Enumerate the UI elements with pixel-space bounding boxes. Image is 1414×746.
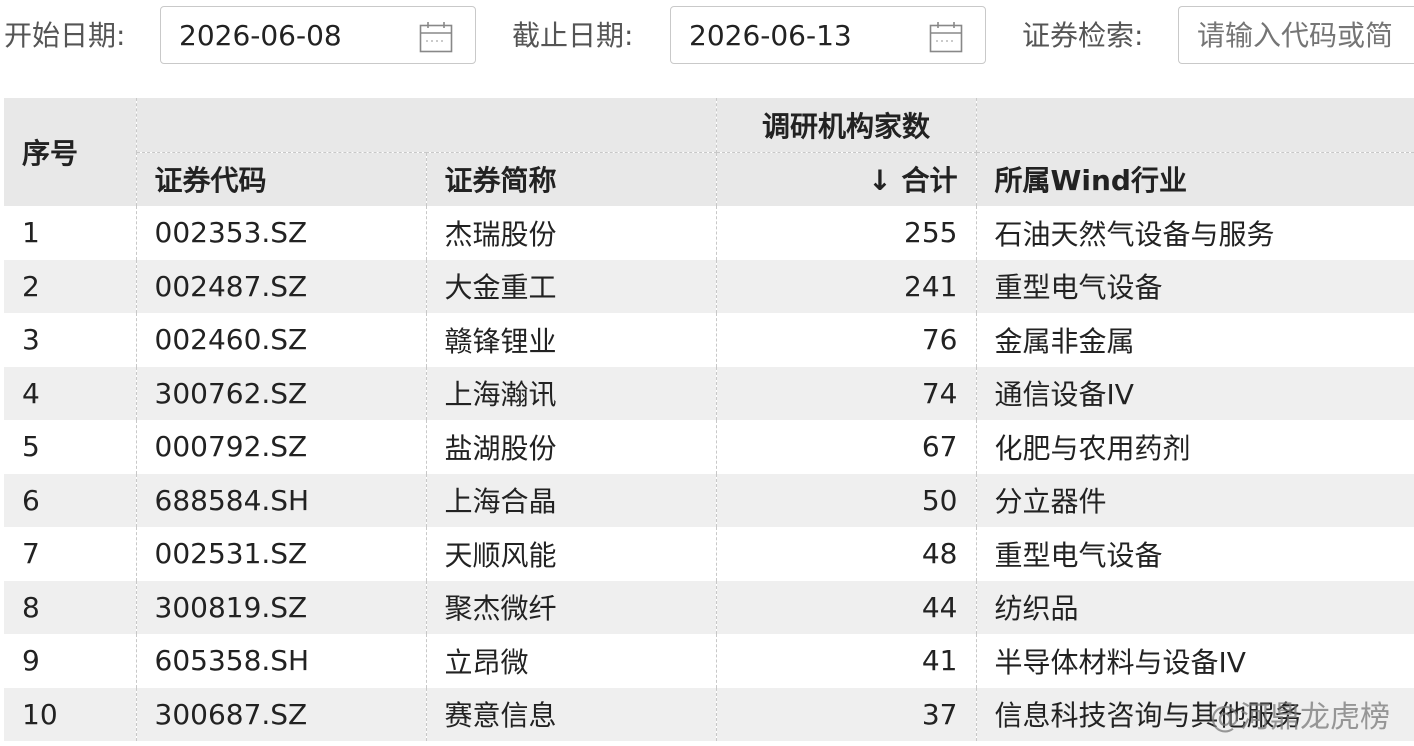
table-row[interactable]: 10 300687.SZ 赛意信息 37 信息科技咨询与其他服务 [4,687,1414,741]
security-name: 立昂微 [426,634,717,688]
security-code: 300819.SZ [136,580,427,634]
security-code: 002487.SZ [136,259,427,313]
institution-total: 37 [716,687,977,741]
row-index: 9 [4,634,137,688]
wind-industry: 通信设备IV [976,366,1414,420]
industry-column-header[interactable]: 所属Wind行业 [976,152,1414,206]
security-name: 盐湖股份 [426,420,717,474]
institution-total: 255 [716,206,977,260]
security-name: 杰瑞股份 [426,206,717,260]
institution-total: 74 [716,366,977,420]
security-code: 688584.SH [136,473,427,527]
wind-industry: 纺织品 [976,580,1414,634]
table-row[interactable]: 2 002487.SZ 大金重工 241 重型电气设备 [4,259,1414,313]
table-row[interactable]: 7 002531.SZ 天顺风能 48 重型电气设备 [4,527,1414,581]
wind-industry: 重型电气设备 [976,259,1414,313]
security-code: 002531.SZ [136,527,427,581]
table-row[interactable]: 8 300819.SZ 聚杰微纤 44 纺织品 [4,580,1414,634]
table-row[interactable]: 6 688584.SH 上海合晶 50 分立器件 [4,473,1414,527]
security-name: 大金重工 [426,259,717,313]
security-name: 赛意信息 [426,687,717,741]
institution-total: 48 [716,527,977,581]
wind-industry: 重型电气设备 [976,527,1414,581]
row-index: 8 [4,580,137,634]
institution-total: 241 [716,259,977,313]
wind-industry: 石油天然气设备与服务 [976,206,1414,260]
calendar-icon[interactable] [419,21,453,57]
security-search-input[interactable] [1197,7,1414,63]
research-count-group-header: 调研机构家数 [716,98,977,153]
table-row[interactable]: 1 002353.SZ 杰瑞股份 255 石油天然气设备与服务 [4,206,1414,260]
start-date-value: 2026-06-08 [179,19,342,52]
table-row[interactable]: 4 300762.SZ 上海瀚讯 74 通信设备IV [4,366,1414,420]
code-column-header[interactable]: 证券代码 [136,152,427,206]
security-search-label: 证券检索: [1022,19,1144,52]
security-code: 000792.SZ [136,420,427,474]
wind-industry: 分立器件 [976,473,1414,527]
security-name: 上海合晶 [426,473,717,527]
row-index: 10 [4,687,137,741]
table-row[interactable]: 3 002460.SZ 赣锋锂业 76 金属非金属 [4,313,1414,367]
security-name: 赣锋锂业 [426,313,717,367]
end-date-label: 截止日期: [512,19,634,52]
table-row[interactable]: 9 605358.SH 立昂微 41 半导体材料与设备IV [4,634,1414,688]
security-code: 605358.SH [136,634,427,688]
security-name: 聚杰微纤 [426,580,717,634]
wind-industry: 金属非金属 [976,313,1414,367]
wind-industry: 化肥与农用药剂 [976,420,1414,474]
name-column-header[interactable]: 证券简称 [426,152,717,206]
wind-industry: 信息科技咨询与其他服务 [976,687,1414,741]
security-code: 002353.SZ [136,206,427,260]
calendar-icon[interactable] [929,21,963,57]
security-code: 002460.SZ [136,313,427,367]
row-index: 7 [4,527,137,581]
research-table: 序号 调研机构家数 证券代码 证券简称 ↓ 合计 所属Wind行业 1 0023… [4,98,1414,741]
wind-industry: 半导体材料与设备IV [976,634,1414,688]
empty-header-cell [976,98,1414,153]
start-date-label: 开始日期: [4,19,126,52]
row-index: 2 [4,259,137,313]
institution-total: 67 [716,420,977,474]
start-date-field[interactable]: 2026-06-08 [160,6,476,64]
row-index: 5 [4,420,137,474]
end-date-value: 2026-06-13 [689,19,852,52]
security-name: 天顺风能 [426,527,717,581]
security-code: 300687.SZ [136,687,427,741]
row-index: 4 [4,366,137,420]
institution-total: 76 [716,313,977,367]
row-index: 3 [4,313,137,367]
security-search-box[interactable] [1178,6,1414,64]
institution-total: 41 [716,634,977,688]
end-date-field[interactable]: 2026-06-13 [670,6,986,64]
empty-header-group [136,98,717,153]
security-code: 300762.SZ [136,366,427,420]
table-row[interactable]: 5 000792.SZ 盐湖股份 67 化肥与农用药剂 [4,420,1414,474]
institution-total: 44 [716,580,977,634]
institution-total: 50 [716,473,977,527]
row-index: 1 [4,206,137,260]
security-name: 上海瀚讯 [426,366,717,420]
filter-bar: 开始日期: 2026-06-08 截止日期: 2026-06-13 证券检索: … [0,0,1414,72]
row-index: 6 [4,473,137,527]
total-column-header-sort[interactable]: ↓ 合计 [716,152,977,206]
index-column-header[interactable]: 序号 [4,98,137,206]
